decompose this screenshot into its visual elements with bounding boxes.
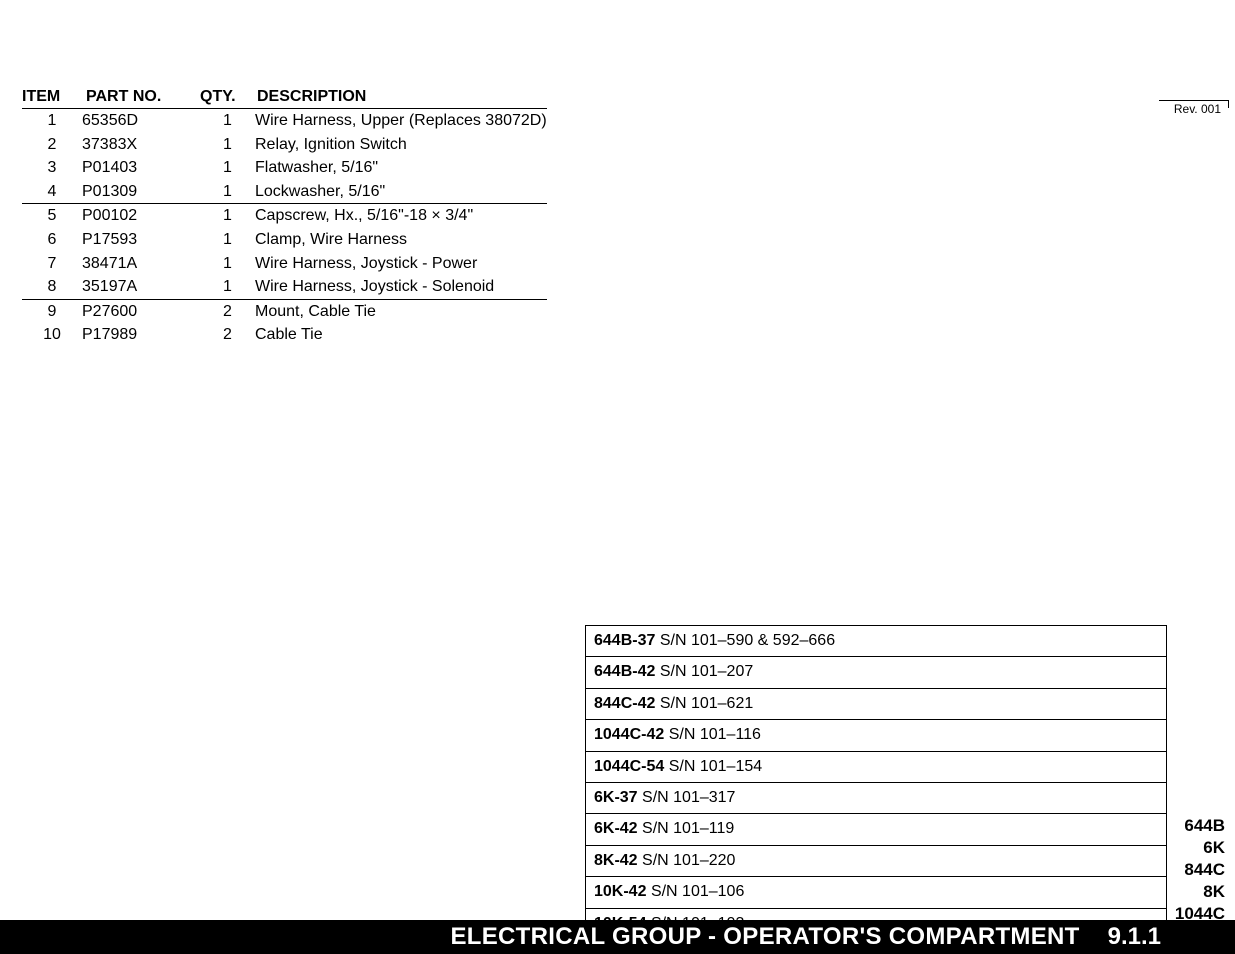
cell-description: Lockwasher, 5/16": [255, 180, 547, 204]
table-header-row: ITEM PART NO. QTY. DESCRIPTION: [22, 86, 547, 109]
cell-description: Capscrew, Hx., 5/16"-18 × 3/4": [255, 204, 547, 228]
cell-item: 5: [22, 204, 82, 228]
cell-description: Clamp, Wire Harness: [255, 228, 547, 252]
cell-part-no: P17989: [82, 323, 200, 347]
sn-range: S/N 101–119: [642, 820, 734, 837]
table-row: 3P014031Flatwasher, 5/16": [22, 156, 547, 180]
table-row: 9P276002Mount, Cable Tie: [22, 299, 547, 323]
model-tab: 8K: [1175, 881, 1225, 903]
table-row: 237383X1Relay, Ignition Switch: [22, 133, 547, 157]
table-row: 738471A1Wire Harness, Joystick - Power: [22, 252, 547, 276]
sn-row: 8K-42 S/N 101–220: [586, 846, 1166, 877]
sn-range: S/N 101–621: [660, 695, 753, 712]
cell-qty: 1: [200, 275, 255, 299]
cell-qty: 1: [200, 180, 255, 204]
cell-qty: 2: [200, 299, 255, 323]
serial-number-box: 644B-37 S/N 101–590 & 592–666644B-42 S/N…: [585, 625, 1167, 940]
sn-range: S/N 101–590 & 592–666: [660, 632, 835, 649]
cell-description: Wire Harness, Joystick - Power: [255, 252, 547, 276]
col-header-item: ITEM: [22, 86, 82, 109]
table-row: 10P179892Cable Tie: [22, 323, 547, 347]
cell-item: 8: [22, 275, 82, 299]
sn-range: S/N 101–116: [669, 726, 761, 743]
sn-model: 10K-42: [594, 883, 646, 900]
section-title: ELECTRICAL GROUP - OPERATOR'S COMPARTMEN…: [450, 923, 1079, 951]
sn-row: 644B-42 S/N 101–207: [586, 657, 1166, 688]
table-row: 4P013091Lockwasher, 5/16": [22, 180, 547, 204]
col-header-qty: QTY.: [200, 86, 255, 109]
sn-range: S/N 101–317: [642, 789, 735, 806]
sn-row: 10K-42 S/N 101–106: [586, 877, 1166, 908]
cell-item: 6: [22, 228, 82, 252]
model-tab: 644B: [1175, 815, 1225, 837]
model-tab: 6K: [1175, 837, 1225, 859]
cell-item: 4: [22, 180, 82, 204]
sn-row: 6K-42 S/N 101–119: [586, 814, 1166, 845]
sn-model: 8K-42: [594, 852, 638, 869]
section-number: 9.1.1: [1108, 923, 1161, 951]
table-row: 6P175931Clamp, Wire Harness: [22, 228, 547, 252]
sn-model: 6K-37: [594, 789, 638, 806]
sn-model: 644B-37: [594, 632, 655, 649]
cell-part-no: 38471A: [82, 252, 200, 276]
sn-range: S/N 101–106: [651, 883, 744, 900]
model-tab: 844C: [1175, 859, 1225, 881]
title-bar: ELECTRICAL GROUP - OPERATOR'S COMPARTMEN…: [0, 920, 1235, 954]
cell-part-no: P27600: [82, 299, 200, 323]
sn-row: 1044C-54 S/N 101–154: [586, 752, 1166, 783]
sn-model: 844C-42: [594, 695, 655, 712]
cell-part-no: 37383X: [82, 133, 200, 157]
cell-part-no: P01403: [82, 156, 200, 180]
cell-qty: 1: [200, 156, 255, 180]
sn-model: 1044C-54: [594, 758, 664, 775]
cell-item: 3: [22, 156, 82, 180]
sn-model: 1044C-42: [594, 726, 664, 743]
sn-row: 844C-42 S/N 101–621: [586, 689, 1166, 720]
cell-item: 10: [22, 323, 82, 347]
cell-part-no: P00102: [82, 204, 200, 228]
cell-description: Mount, Cable Tie: [255, 299, 547, 323]
cell-part-no: 65356D: [82, 109, 200, 133]
table-row: 5P001021Capscrew, Hx., 5/16"-18 × 3/4": [22, 204, 547, 228]
cell-qty: 1: [200, 228, 255, 252]
cell-part-no: P17593: [82, 228, 200, 252]
cell-description: Flatwasher, 5/16": [255, 156, 547, 180]
cell-part-no: P01309: [82, 180, 200, 204]
sn-range: S/N 101–154: [669, 758, 762, 775]
sn-range: S/N 101–207: [660, 663, 753, 680]
revision-rule: [1159, 100, 1229, 101]
cell-item: 2: [22, 133, 82, 157]
col-header-part-no: PART NO.: [82, 86, 200, 109]
cell-qty: 1: [200, 204, 255, 228]
sn-row: 1044C-42 S/N 101–116: [586, 720, 1166, 751]
cell-description: Relay, Ignition Switch: [255, 133, 547, 157]
cell-item: 7: [22, 252, 82, 276]
table-row: 165356D1Wire Harness, Upper (Replaces 38…: [22, 109, 547, 133]
cell-description: Wire Harness, Upper (Replaces 38072D): [255, 109, 547, 133]
cell-qty: 1: [200, 252, 255, 276]
col-header-description: DESCRIPTION: [255, 86, 547, 109]
cell-qty: 1: [200, 133, 255, 157]
sn-model: 6K-42: [594, 820, 638, 837]
sn-range: S/N 101–220: [642, 852, 735, 869]
parts-table: ITEM PART NO. QTY. DESCRIPTION 165356D1W…: [22, 86, 547, 347]
cell-qty: 2: [200, 323, 255, 347]
sn-model: 644B-42: [594, 663, 655, 680]
revision-tick: [1228, 100, 1229, 108]
table-row: 835197A1Wire Harness, Joystick - Solenoi…: [22, 275, 547, 299]
cell-item: 1: [22, 109, 82, 133]
sn-row: 6K-37 S/N 101–317: [586, 783, 1166, 814]
cell-description: Cable Tie: [255, 323, 547, 347]
cell-part-no: 35197A: [82, 275, 200, 299]
cell-description: Wire Harness, Joystick - Solenoid: [255, 275, 547, 299]
cell-qty: 1: [200, 109, 255, 133]
revision-label: Rev. 001: [1174, 102, 1221, 116]
sn-row: 644B-37 S/N 101–590 & 592–666: [586, 626, 1166, 657]
cell-item: 9: [22, 299, 82, 323]
